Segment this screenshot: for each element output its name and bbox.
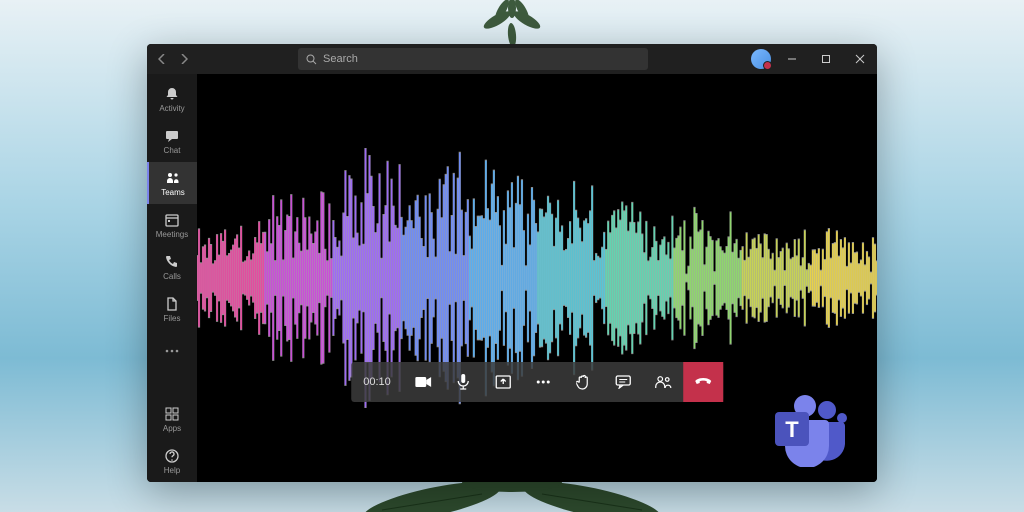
call-content: 00:10 — [197, 74, 877, 482]
teams-icon — [165, 170, 181, 186]
nav-forward-button[interactable] — [173, 48, 195, 70]
search-placeholder: Search — [323, 53, 358, 65]
user-avatar[interactable] — [751, 49, 771, 69]
sidebar-item-apps[interactable]: Apps — [147, 398, 197, 440]
sidebar-more-button[interactable] — [164, 330, 180, 368]
sidebar-item-help[interactable]: Help — [147, 440, 197, 482]
app-sidebar: Activity Chat Teams Meetings Calls Files — [147, 74, 197, 482]
files-icon — [164, 296, 180, 312]
raise-hand-button[interactable] — [563, 362, 603, 402]
search-input[interactable]: Search — [298, 48, 648, 70]
sidebar-item-calls[interactable]: Calls — [147, 246, 197, 288]
chat-panel-button[interactable] — [603, 362, 643, 402]
chat-icon — [164, 128, 180, 144]
title-bar: Search — [147, 44, 877, 74]
more-actions-button[interactable] — [523, 362, 563, 402]
share-button[interactable] — [483, 362, 523, 402]
minimize-icon — [787, 54, 797, 64]
participants-button[interactable] — [643, 362, 683, 402]
nav-back-button[interactable] — [151, 48, 173, 70]
share-screen-icon — [495, 375, 511, 389]
phone-icon — [164, 254, 180, 270]
teams-window: Search Activity Chat — [147, 44, 877, 482]
window-minimize-button[interactable] — [775, 44, 809, 74]
palm-decoration-top — [467, 0, 557, 50]
hangup-button[interactable] — [683, 362, 723, 402]
mic-icon — [457, 374, 469, 390]
help-icon — [164, 448, 180, 464]
window-close-button[interactable] — [843, 44, 877, 74]
more-icon — [535, 380, 551, 384]
people-icon — [654, 375, 672, 389]
call-timer: 00:10 — [351, 376, 403, 388]
more-icon — [164, 349, 180, 353]
sidebar-item-activity[interactable]: Activity — [147, 78, 197, 120]
svg-text:T: T — [785, 417, 799, 442]
chat-icon — [615, 375, 631, 389]
search-icon — [306, 54, 317, 65]
hand-icon — [576, 374, 590, 390]
mic-button[interactable] — [443, 362, 483, 402]
sidebar-item-teams[interactable]: Teams — [147, 162, 197, 204]
teams-logo: T — [767, 392, 852, 467]
camera-button[interactable] — [403, 362, 443, 402]
camera-icon — [415, 376, 431, 388]
calendar-icon — [164, 212, 180, 228]
hangup-icon — [694, 377, 712, 387]
close-icon — [855, 54, 865, 64]
apps-icon — [164, 406, 180, 422]
sidebar-item-chat[interactable]: Chat — [147, 120, 197, 162]
window-maximize-button[interactable] — [809, 44, 843, 74]
call-control-bar: 00:10 — [351, 362, 723, 402]
sidebar-item-meetings[interactable]: Meetings — [147, 204, 197, 246]
bell-icon — [164, 86, 180, 102]
sidebar-item-files[interactable]: Files — [147, 288, 197, 330]
maximize-icon — [821, 54, 831, 64]
